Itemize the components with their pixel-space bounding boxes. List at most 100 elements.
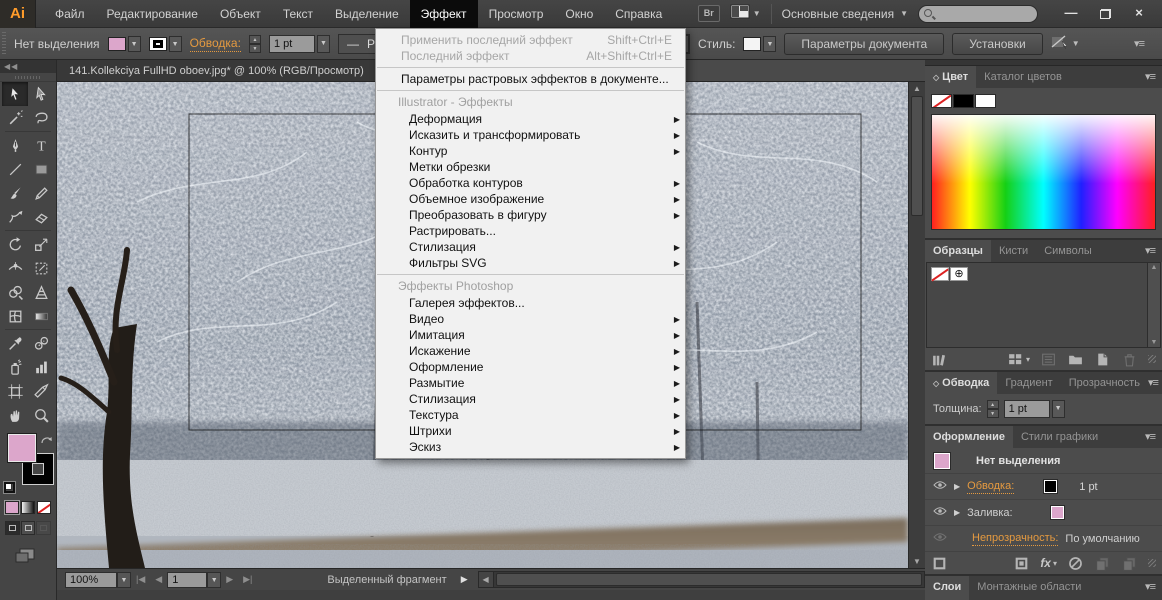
collapse-panel-icon[interactable]: ◀◀ — [0, 60, 56, 73]
magic-wand-tool[interactable] — [2, 106, 28, 130]
swatches-scrollbar[interactable]: ▲ ▼ — [1147, 263, 1160, 347]
visibility-eye-icon[interactable] — [933, 506, 947, 519]
stroke-row-link[interactable]: Обводка: — [967, 480, 1014, 494]
effect-menu-item-14[interactable]: Стилизация▶ — [376, 239, 685, 255]
gradient-button[interactable] — [21, 501, 35, 514]
none-swatch[interactable] — [931, 267, 949, 281]
stroke-row-swatch[interactable] — [1043, 479, 1058, 494]
stroke-width-stepper[interactable]: ▲▼ — [249, 35, 261, 53]
scroll-left-icon[interactable]: ◀ — [479, 572, 494, 587]
chevron-down-icon[interactable]: ▼ — [128, 36, 141, 52]
tools-grip[interactable] — [0, 73, 56, 82]
menubar-item-1[interactable]: Редактирование — [96, 0, 209, 28]
style-dropdown[interactable]: ▼ — [743, 36, 776, 52]
zoom-dropdown-icon[interactable]: ▼ — [117, 572, 131, 588]
effect-menu-item-3[interactable]: Параметры растровых эффектов в документе… — [376, 71, 685, 87]
status-menu-icon[interactable]: ▶ — [461, 574, 468, 585]
tab-layers-1[interactable]: Монтажные области — [969, 576, 1089, 600]
stroke-panel-link[interactable]: Обводка: — [190, 36, 241, 52]
restore-button[interactable] — [1088, 4, 1122, 24]
tab-swatches-2[interactable]: Символы — [1036, 240, 1100, 262]
effect-menu-item-26[interactable]: Штрихи▶ — [376, 423, 685, 439]
arrange-documents-button[interactable]: ▼ — [730, 4, 761, 24]
black-swatch[interactable] — [953, 94, 974, 108]
last-artboard-icon[interactable]: ▶| — [238, 574, 257, 585]
effects-icon[interactable]: fx▾ — [1040, 556, 1057, 570]
menubar-item-2[interactable]: Объект — [209, 0, 272, 28]
appearance-stroke-row[interactable]: ▶ Обводка: 1 pt — [925, 474, 1162, 500]
tab-stroke-2[interactable]: Прозрачность — [1061, 372, 1148, 394]
rotate-tool[interactable] — [2, 232, 28, 256]
gradient-tool[interactable] — [28, 304, 54, 328]
fill-color-box[interactable] — [7, 433, 37, 463]
paintbrush-tool[interactable] — [2, 181, 28, 205]
vertical-scrollbar[interactable]: ▲ ▼ — [908, 82, 925, 568]
hand-tool[interactable] — [2, 403, 28, 427]
effect-menu-item-7[interactable]: Исказить и трансформировать▶ — [376, 127, 685, 143]
visibility-eye-icon[interactable] — [933, 480, 947, 493]
effect-menu-item-18[interactable]: Галерея эффектов... — [376, 295, 685, 311]
isolate-selection-dropdown[interactable]: ▼ — [1051, 35, 1080, 52]
effect-menu-item-19[interactable]: Видео▶ — [376, 311, 685, 327]
scroll-down-icon[interactable]: ▼ — [909, 557, 925, 566]
appearance-fill-row[interactable]: ▶ Заливка: — [925, 500, 1162, 526]
preferences-button[interactable]: Установки — [952, 33, 1042, 55]
panel-menu-icon[interactable]: ▾≡ — [1148, 372, 1162, 394]
tab-stroke-0[interactable]: ◇Обводка — [925, 372, 997, 394]
fill-swatch[interactable] — [108, 37, 126, 51]
style-swatch[interactable] — [743, 37, 761, 51]
appearance-opacity-row[interactable]: Непрозрачность: По умолчанию — [925, 526, 1162, 552]
menubar-item-4[interactable]: Выделение — [324, 0, 410, 28]
menubar-item-8[interactable]: Справка — [604, 0, 673, 28]
search-input[interactable] — [918, 5, 1038, 23]
width-tool[interactable] — [2, 256, 28, 280]
menubar-item-3[interactable]: Текст — [272, 0, 324, 28]
tab-appearance-0[interactable]: Оформление — [925, 426, 1013, 448]
stroke-swatch[interactable] — [149, 37, 167, 51]
none-button[interactable] — [37, 501, 51, 514]
color-button[interactable] — [5, 501, 19, 514]
effect-menu-item-21[interactable]: Искажение▶ — [376, 343, 685, 359]
stroke-color-dropdown[interactable]: ▼ — [149, 36, 182, 52]
color-spectrum[interactable] — [931, 114, 1156, 230]
menubar-item-0[interactable]: Файл — [44, 0, 96, 28]
registration-swatch[interactable]: ⊕ — [950, 267, 968, 281]
vertical-scroll-thumb[interactable] — [911, 96, 923, 216]
weight-stepper[interactable]: ▲▼ — [987, 400, 999, 418]
fill-row-swatch[interactable] — [1050, 505, 1065, 520]
tab-swatches-0[interactable]: Образцы — [925, 240, 991, 262]
effect-menu-item-20[interactable]: Имитация▶ — [376, 327, 685, 343]
scroll-down-icon[interactable]: ▼ — [1148, 339, 1160, 346]
white-swatch[interactable] — [975, 94, 996, 108]
resize-grip[interactable] — [1148, 355, 1156, 363]
chevron-down-icon[interactable]: ▼ — [763, 36, 776, 52]
symbol-sprayer-tool[interactable] — [2, 355, 28, 379]
chevron-down-icon[interactable]: ▼ — [169, 36, 182, 52]
horizontal-scrollbar[interactable]: ◀ — [478, 571, 925, 588]
zoom-tool[interactable] — [28, 403, 54, 427]
effect-menu-item-12[interactable]: Преобразовать в фигуру▶ — [376, 207, 685, 223]
swatch-kinds-icon[interactable]: ▾ — [1007, 351, 1030, 368]
scroll-up-icon[interactable]: ▲ — [1148, 264, 1160, 271]
stroke-width-field[interactable]: 1 pt — [269, 35, 315, 53]
horizontal-scroll-thumb[interactable] — [496, 573, 922, 586]
clear-appearance-icon[interactable] — [1067, 555, 1084, 572]
document-setup-button[interactable]: Параметры документа — [784, 33, 944, 55]
close-button[interactable]: × — [1122, 4, 1156, 24]
shaper-tool[interactable] — [2, 205, 28, 229]
workspace-switcher[interactable]: Основные сведения ▼ — [782, 7, 908, 21]
draw-behind-button[interactable] — [21, 521, 36, 535]
artboard-dropdown-icon[interactable]: ▼ — [207, 572, 221, 588]
menubar-item-7[interactable]: Окно — [554, 0, 604, 28]
zoom-field[interactable]: 100% — [65, 572, 117, 588]
tab-color-1[interactable]: Каталог цветов — [976, 66, 1070, 88]
expand-triangle-icon[interactable]: ▶ — [954, 482, 960, 491]
effect-menu-item-23[interactable]: Размытие▶ — [376, 375, 685, 391]
perspective-grid-tool[interactable] — [28, 280, 54, 304]
previous-artboard-icon[interactable]: ◀ — [150, 574, 167, 585]
rectangle-tool[interactable] — [28, 157, 54, 181]
swap-fill-stroke-icon[interactable] — [40, 433, 53, 451]
free-transform-tool[interactable] — [28, 256, 54, 280]
eyedropper-tool[interactable] — [2, 331, 28, 355]
artboard-number-field[interactable]: 1 — [167, 572, 207, 588]
